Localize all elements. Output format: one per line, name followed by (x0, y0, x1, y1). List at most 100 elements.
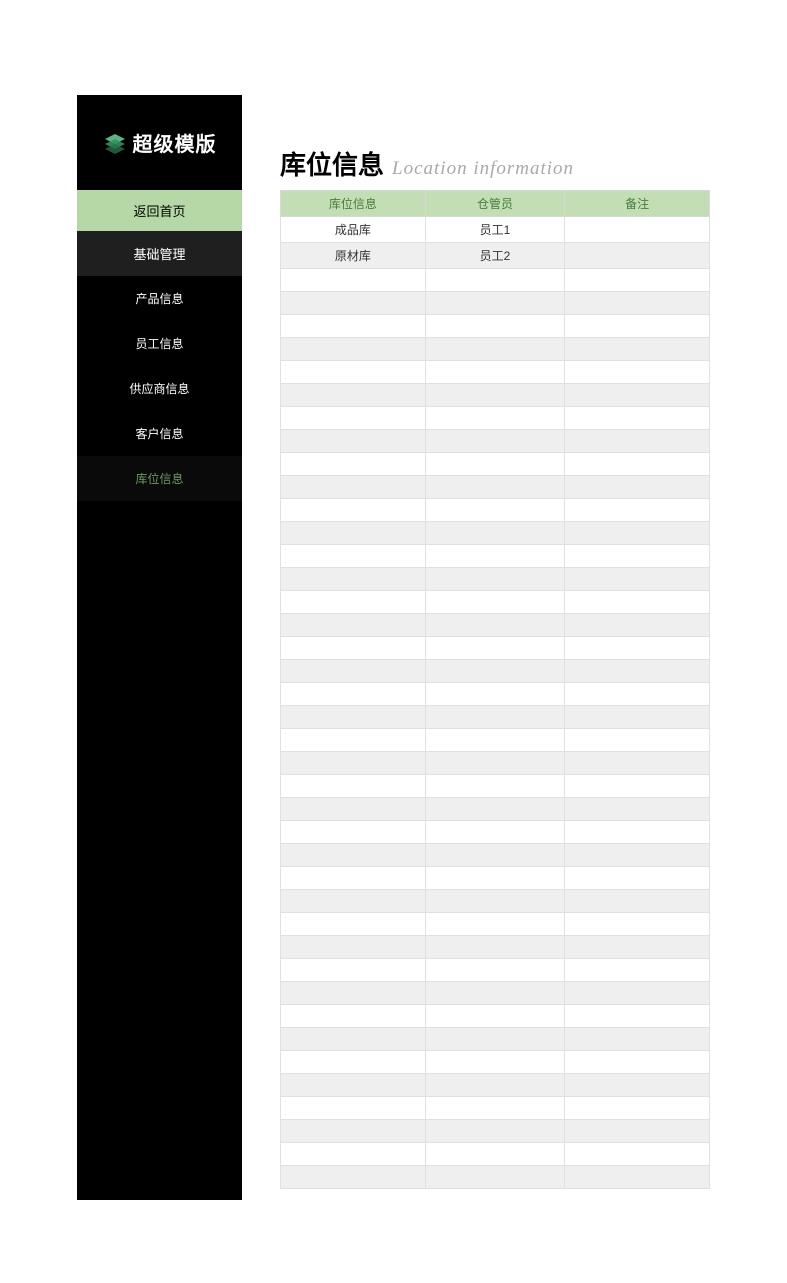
cell-empty[interactable] (425, 522, 565, 545)
cell-empty[interactable] (281, 430, 426, 453)
cell-empty[interactable] (281, 867, 426, 890)
table-row[interactable] (281, 430, 710, 453)
cell-empty[interactable] (425, 1120, 565, 1143)
cell-empty[interactable] (281, 315, 426, 338)
cell-empty[interactable] (565, 890, 710, 913)
table-row[interactable] (281, 936, 710, 959)
table-row[interactable] (281, 959, 710, 982)
cell-manager[interactable]: 员工2 (425, 243, 565, 269)
cell-empty[interactable] (425, 706, 565, 729)
cell-empty[interactable] (425, 476, 565, 499)
nav-item-supplier[interactable]: 供应商信息 (77, 366, 242, 411)
table-row[interactable] (281, 1005, 710, 1028)
cell-empty[interactable] (425, 775, 565, 798)
cell-empty[interactable] (565, 867, 710, 890)
cell-empty[interactable] (565, 982, 710, 1005)
cell-empty[interactable] (565, 660, 710, 683)
cell-empty[interactable] (281, 522, 426, 545)
cell-empty[interactable] (565, 1120, 710, 1143)
table-row[interactable] (281, 453, 710, 476)
cell-empty[interactable] (565, 1166, 710, 1189)
cell-empty[interactable] (281, 1097, 426, 1120)
cell-empty[interactable] (565, 821, 710, 844)
cell-empty[interactable] (565, 729, 710, 752)
table-row[interactable] (281, 982, 710, 1005)
cell-empty[interactable] (565, 775, 710, 798)
cell-empty[interactable] (425, 982, 565, 1005)
cell-empty[interactable] (281, 1143, 426, 1166)
cell-empty[interactable] (565, 522, 710, 545)
table-row[interactable] (281, 706, 710, 729)
cell-empty[interactable] (565, 1028, 710, 1051)
cell-empty[interactable] (565, 568, 710, 591)
cell-empty[interactable] (425, 867, 565, 890)
cell-empty[interactable] (565, 1005, 710, 1028)
table-row[interactable] (281, 752, 710, 775)
table-row[interactable] (281, 913, 710, 936)
cell-empty[interactable] (281, 1051, 426, 1074)
cell-empty[interactable] (565, 706, 710, 729)
table-row[interactable] (281, 637, 710, 660)
cell-empty[interactable] (425, 936, 565, 959)
table-row[interactable] (281, 591, 710, 614)
cell-empty[interactable] (425, 361, 565, 384)
cell-empty[interactable] (281, 982, 426, 1005)
table-row[interactable] (281, 292, 710, 315)
cell-empty[interactable] (425, 614, 565, 637)
table-row[interactable] (281, 269, 710, 292)
table-row[interactable] (281, 522, 710, 545)
table-row[interactable] (281, 798, 710, 821)
cell-empty[interactable] (281, 1166, 426, 1189)
cell-empty[interactable] (281, 821, 426, 844)
table-row[interactable] (281, 1097, 710, 1120)
cell-empty[interactable] (425, 453, 565, 476)
cell-empty[interactable] (565, 637, 710, 660)
cell-remark[interactable] (565, 217, 710, 243)
table-row[interactable] (281, 614, 710, 637)
cell-empty[interactable] (565, 798, 710, 821)
table-row[interactable] (281, 890, 710, 913)
cell-empty[interactable] (281, 384, 426, 407)
cell-location[interactable]: 成品库 (281, 217, 426, 243)
cell-empty[interactable] (565, 545, 710, 568)
cell-empty[interactable] (425, 1005, 565, 1028)
cell-empty[interactable] (565, 338, 710, 361)
table-row[interactable] (281, 1143, 710, 1166)
cell-empty[interactable] (565, 844, 710, 867)
cell-empty[interactable] (425, 683, 565, 706)
cell-empty[interactable] (281, 453, 426, 476)
cell-empty[interactable] (281, 476, 426, 499)
cell-empty[interactable] (565, 591, 710, 614)
nav-item-employee[interactable]: 员工信息 (77, 321, 242, 366)
cell-empty[interactable] (281, 637, 426, 660)
cell-empty[interactable] (565, 936, 710, 959)
cell-empty[interactable] (281, 591, 426, 614)
table-row[interactable] (281, 775, 710, 798)
table-row[interactable] (281, 476, 710, 499)
cell-empty[interactable] (425, 292, 565, 315)
cell-empty[interactable] (425, 499, 565, 522)
table-row[interactable]: 成品库员工1 (281, 217, 710, 243)
cell-empty[interactable] (565, 453, 710, 476)
cell-empty[interactable] (281, 568, 426, 591)
table-row[interactable] (281, 1074, 710, 1097)
cell-empty[interactable] (281, 752, 426, 775)
table-row[interactable] (281, 568, 710, 591)
table-row[interactable] (281, 499, 710, 522)
cell-empty[interactable] (425, 1143, 565, 1166)
cell-empty[interactable] (281, 1028, 426, 1051)
cell-empty[interactable] (425, 752, 565, 775)
cell-empty[interactable] (425, 430, 565, 453)
cell-empty[interactable] (281, 706, 426, 729)
cell-empty[interactable] (565, 1051, 710, 1074)
cell-empty[interactable] (281, 660, 426, 683)
cell-empty[interactable] (565, 499, 710, 522)
cell-empty[interactable] (565, 1097, 710, 1120)
cell-empty[interactable] (425, 660, 565, 683)
cell-empty[interactable] (565, 430, 710, 453)
cell-empty[interactable] (281, 1120, 426, 1143)
cell-empty[interactable] (565, 614, 710, 637)
cell-empty[interactable] (425, 315, 565, 338)
cell-empty[interactable] (565, 683, 710, 706)
nav-item-location[interactable]: 库位信息 (77, 456, 242, 501)
